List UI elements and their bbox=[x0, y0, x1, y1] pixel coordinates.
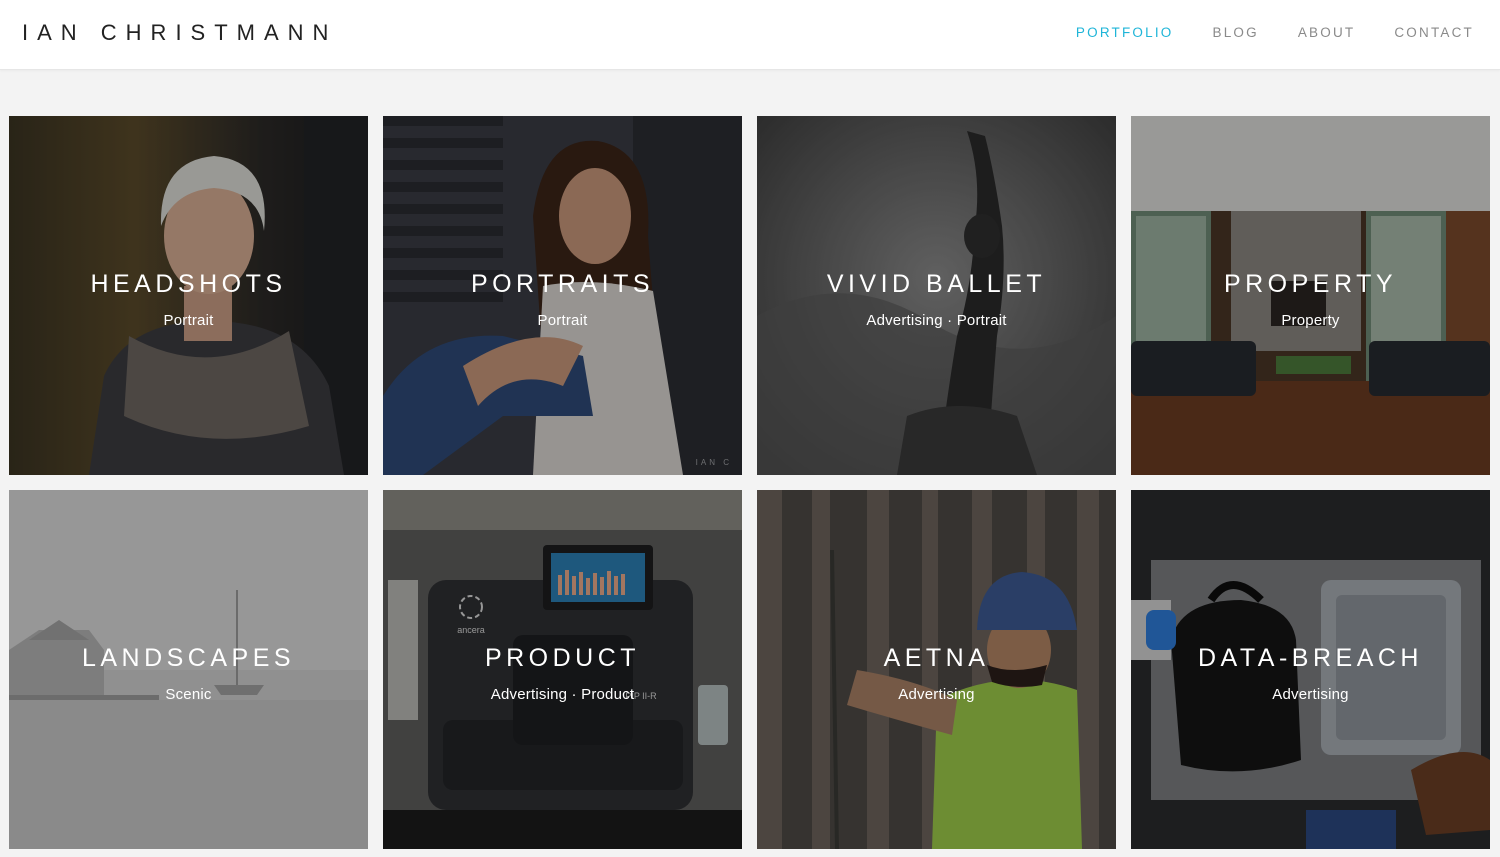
tile-title: LANDSCAPES bbox=[81, 644, 296, 672]
tile-title: HEADSHOTS bbox=[90, 270, 287, 298]
tile-category: Advertising bbox=[898, 686, 975, 703]
watermark: IAN C bbox=[695, 458, 732, 467]
nav-portfolio[interactable]: PORTFOLIO bbox=[1076, 25, 1174, 40]
portfolio-tile-headshots[interactable]: HEADSHOTS Portrait bbox=[9, 116, 368, 475]
site-header: IAN CHRISTMANN PORTFOLIO BLOG ABOUT CONT… bbox=[0, 0, 1500, 70]
tile-title: AETNA bbox=[883, 644, 990, 672]
tile-category: Advertising · Product bbox=[490, 686, 635, 703]
portfolio-tile-landscapes[interactable]: LANDSCAPES Scenic bbox=[9, 490, 368, 849]
portfolio-tile-product[interactable]: ancera PIP II-R PRODUCT Advertising · Pr… bbox=[383, 490, 742, 849]
portfolio-tile-property[interactable]: PROPERTY Property bbox=[1131, 116, 1490, 475]
tile-title: VIVID BALLET bbox=[826, 270, 1047, 298]
nav-about[interactable]: ABOUT bbox=[1298, 25, 1356, 40]
portfolio-tile-aetna[interactable]: AETNA Advertising bbox=[757, 490, 1116, 849]
nav-contact[interactable]: CONTACT bbox=[1394, 25, 1474, 40]
tile-title: PRODUCT bbox=[484, 644, 641, 672]
tile-title: PROPERTY bbox=[1223, 270, 1398, 298]
main-nav: PORTFOLIO BLOG ABOUT CONTACT bbox=[1037, 25, 1474, 40]
tile-category: Advertising bbox=[1272, 686, 1349, 703]
nav-blog[interactable]: BLOG bbox=[1213, 25, 1259, 40]
tile-category: Advertising · Portrait bbox=[866, 312, 1007, 329]
tile-category: Property bbox=[1281, 312, 1340, 329]
tile-category: Scenic bbox=[165, 686, 212, 703]
tile-category: Portrait bbox=[163, 312, 214, 329]
portfolio-tile-data-breach[interactable]: DATA-BREACH Advertising bbox=[1131, 490, 1490, 849]
portfolio-tile-portraits[interactable]: PORTRAITS Portrait IAN C bbox=[383, 116, 742, 475]
tile-category: Portrait bbox=[537, 312, 588, 329]
site-logo[interactable]: IAN CHRISTMANN bbox=[22, 20, 337, 46]
tile-title: DATA-BREACH bbox=[1198, 644, 1423, 672]
portfolio-tile-vivid-ballet[interactable]: VIVID BALLET Advertising · Portrait bbox=[757, 116, 1116, 475]
tile-title: PORTRAITS bbox=[470, 270, 655, 298]
